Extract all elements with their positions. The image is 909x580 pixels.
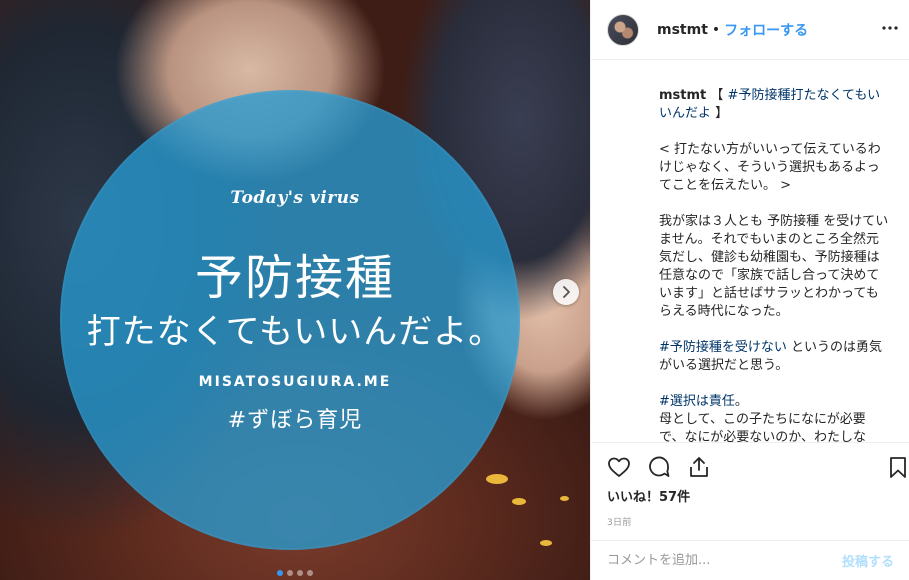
overlay-hashtag: #ずぼら育児 — [227, 408, 363, 433]
add-comment-bar: 投稿する — [591, 540, 909, 580]
food-crumb — [560, 496, 569, 501]
hashtag-link[interactable]: #選択は責任 — [659, 394, 735, 409]
comment-input[interactable] — [607, 553, 842, 568]
caption-paragraph: < 打たない方がいいって伝えているわけじゃなく、そういう選択もあるよってことを伝… — [659, 142, 881, 193]
caption-username[interactable]: mstmt — [659, 88, 706, 103]
more-horizontal-icon — [882, 26, 898, 30]
chevron-right-icon — [563, 286, 570, 298]
carousel-dot — [287, 570, 293, 576]
action-bar — [591, 442, 909, 492]
post-dialog: Today's virus 予防接種 打たなくてもいいんだよ。 MISATOSU… — [0, 0, 909, 580]
carousel-indicator — [0, 570, 590, 576]
bookmark-icon — [890, 457, 906, 478]
comment-icon — [649, 456, 670, 477]
caption-paragraph: #予防接種を受けない というのは勇気がいる選択だと思う。 — [659, 339, 890, 375]
overlay-subtitle: 打たなくてもいいんだよ。 — [86, 312, 504, 352]
overlay-title: 予防接種 — [194, 250, 395, 306]
caption-paragraph: #選択は責任。 — [659, 393, 890, 411]
overlay-site: MISATOSUGIURA.ME — [198, 374, 392, 390]
hashtag-link[interactable]: #予防接種を受けない — [659, 340, 787, 355]
caption-text: 。 — [734, 394, 748, 409]
overlay-today-text: Today's virus — [230, 188, 360, 208]
comment-button[interactable] — [647, 455, 671, 479]
caption-paragraph: 我が家は３人とも 予防接種 を受けていません。それでもいまのところ全然元気だし、… — [659, 214, 889, 319]
follow-button[interactable]: フォローする — [724, 20, 808, 40]
post-image[interactable]: Today's virus 予防接種 打たなくてもいいんだよ。 MISATOSU… — [0, 0, 590, 580]
carousel-dot — [307, 570, 313, 576]
post-comment-button[interactable]: 投稿する — [842, 551, 894, 570]
food-crumb — [512, 498, 526, 505]
more-options-button[interactable] — [878, 16, 902, 40]
like-button[interactable] — [607, 455, 631, 479]
food-crumb — [540, 540, 552, 546]
header-separator: • — [711, 21, 721, 38]
heart-icon — [608, 457, 630, 477]
caption-bracket-open: 【 — [710, 88, 728, 103]
caption-first-line: mstmt 【 #予防接種打たなくてもいいんだよ 】 — [659, 87, 890, 123]
post-header: mstmt • フォローする — [591, 0, 909, 60]
caption-area: mstmt 【 #予防接種打たなくてもいいんだよ 】 < 打たない方がいいって伝… — [591, 60, 909, 442]
food-crumb — [486, 474, 508, 484]
save-button[interactable] — [886, 455, 909, 479]
caption-bracket-close: 】 — [711, 106, 729, 121]
carousel-dot — [277, 570, 283, 576]
carousel-dot — [297, 570, 303, 576]
share-button[interactable] — [687, 455, 711, 479]
avatar[interactable] — [607, 13, 639, 46]
like-count[interactable]: いいね！57件 — [607, 486, 690, 505]
carousel-next-button[interactable] — [553, 279, 579, 305]
caption-paragraph: 母として、この子たちになにが必要で、なにが必要ないのか、わたしな — [659, 412, 866, 442]
share-icon — [690, 457, 708, 477]
header-username[interactable]: mstmt — [657, 22, 708, 38]
post-timestamp[interactable]: 3日前 — [607, 515, 632, 528]
side-panel: mstmt • フォローする mstmt 【 #予防接種打たなくてもいいんだよ … — [590, 0, 909, 580]
